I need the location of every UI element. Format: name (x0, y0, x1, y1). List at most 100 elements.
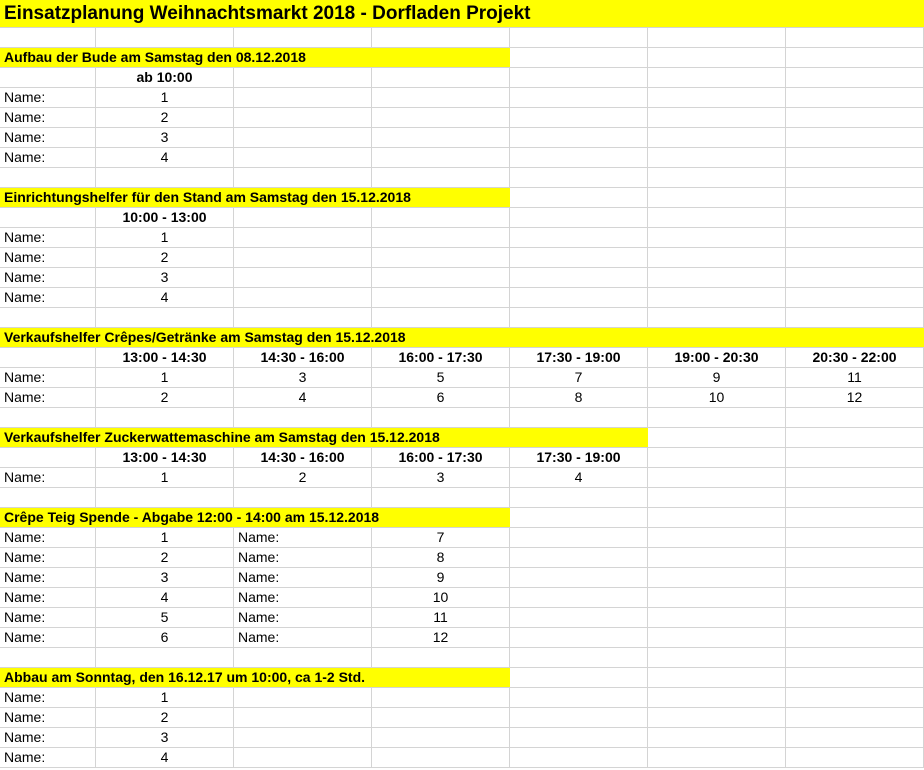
empty-cell[interactable] (510, 248, 648, 268)
slot-number[interactable]: 3 (234, 368, 372, 388)
empty-cell[interactable] (510, 168, 648, 188)
empty-cell[interactable] (786, 168, 924, 188)
name-label[interactable]: Name: (0, 228, 96, 248)
empty-cell[interactable] (234, 228, 372, 248)
empty-cell[interactable] (510, 648, 648, 668)
empty-cell[interactable] (786, 468, 924, 488)
empty-cell[interactable] (648, 408, 786, 428)
slot-number[interactable]: 1 (96, 368, 234, 388)
empty-cell[interactable] (648, 568, 786, 588)
empty-cell[interactable] (648, 608, 786, 628)
empty-cell[interactable] (234, 28, 372, 48)
slot-number[interactable]: 3 (96, 268, 234, 288)
empty-cell[interactable] (648, 488, 786, 508)
empty-cell[interactable] (510, 408, 648, 428)
empty-cell[interactable] (510, 748, 648, 768)
time-slot-header[interactable]: 10:00 - 13:00 (96, 208, 234, 228)
time-slot-header[interactable]: 14:30 - 16:00 (234, 348, 372, 368)
name-label[interactable]: Name: (0, 688, 96, 708)
slot-number[interactable]: 1 (96, 88, 234, 108)
empty-cell[interactable] (648, 248, 786, 268)
empty-cell[interactable] (510, 28, 648, 48)
empty-cell[interactable] (510, 308, 648, 328)
slot-number[interactable]: 3 (96, 128, 234, 148)
empty-cell[interactable] (372, 28, 510, 48)
slot-number[interactable]: 4 (510, 468, 648, 488)
empty-cell[interactable] (648, 428, 786, 448)
name-label[interactable]: Name: (0, 248, 96, 268)
empty-cell[interactable] (234, 408, 372, 428)
slot-number[interactable]: 3 (372, 468, 510, 488)
time-slot-header[interactable]: 16:00 - 17:30 (372, 348, 510, 368)
empty-cell[interactable] (510, 548, 648, 568)
empty-cell[interactable] (648, 208, 786, 228)
empty-cell[interactable] (786, 668, 924, 688)
empty-cell[interactable] (0, 68, 96, 88)
slot-number[interactable]: 4 (234, 388, 372, 408)
name-label[interactable]: Name: (234, 548, 372, 568)
empty-cell[interactable] (0, 488, 96, 508)
slot-number[interactable]: 12 (372, 628, 510, 648)
section-heading[interactable]: Abbau am Sonntag, den 16.12.17 um 10:00,… (0, 668, 510, 688)
empty-cell[interactable] (510, 228, 648, 248)
empty-cell[interactable] (786, 648, 924, 668)
empty-cell[interactable] (648, 588, 786, 608)
name-label[interactable]: Name: (234, 528, 372, 548)
empty-cell[interactable] (786, 748, 924, 768)
empty-cell[interactable] (234, 268, 372, 288)
empty-cell[interactable] (372, 648, 510, 668)
spreadsheet-grid[interactable]: Einsatzplanung Weihnachtsmarkt 2018 - Do… (0, 0, 924, 770)
empty-cell[interactable] (234, 108, 372, 128)
empty-cell[interactable] (510, 208, 648, 228)
empty-cell[interactable] (648, 128, 786, 148)
empty-cell[interactable] (648, 648, 786, 668)
time-slot-header[interactable]: 19:00 - 20:30 (648, 348, 786, 368)
empty-cell[interactable] (234, 208, 372, 228)
empty-cell[interactable] (0, 168, 96, 188)
empty-cell[interactable] (510, 688, 648, 708)
empty-cell[interactable] (510, 608, 648, 628)
empty-cell[interactable] (786, 268, 924, 288)
empty-cell[interactable] (648, 268, 786, 288)
empty-cell[interactable] (786, 428, 924, 448)
slot-number[interactable]: 11 (372, 608, 510, 628)
empty-cell[interactable] (786, 408, 924, 428)
empty-cell[interactable] (786, 88, 924, 108)
slot-number[interactable]: 1 (96, 228, 234, 248)
empty-cell[interactable] (786, 528, 924, 548)
empty-cell[interactable] (786, 248, 924, 268)
empty-cell[interactable] (234, 308, 372, 328)
slot-number[interactable]: 9 (372, 568, 510, 588)
empty-cell[interactable] (786, 548, 924, 568)
empty-cell[interactable] (510, 128, 648, 148)
slot-number[interactable]: 1 (96, 468, 234, 488)
name-label[interactable]: Name: (0, 568, 96, 588)
name-label[interactable]: Name: (0, 388, 96, 408)
empty-cell[interactable] (510, 148, 648, 168)
empty-cell[interactable] (0, 208, 96, 228)
empty-cell[interactable] (786, 128, 924, 148)
empty-cell[interactable] (234, 728, 372, 748)
empty-cell[interactable] (786, 68, 924, 88)
empty-cell[interactable] (96, 408, 234, 428)
empty-cell[interactable] (0, 308, 96, 328)
empty-cell[interactable] (234, 748, 372, 768)
empty-cell[interactable] (786, 608, 924, 628)
empty-cell[interactable] (786, 628, 924, 648)
empty-cell[interactable] (786, 728, 924, 748)
empty-cell[interactable] (372, 248, 510, 268)
empty-cell[interactable] (510, 588, 648, 608)
time-slot-header[interactable]: 20:30 - 22:00 (786, 348, 924, 368)
name-label[interactable]: Name: (234, 608, 372, 628)
empty-cell[interactable] (510, 88, 648, 108)
empty-cell[interactable] (372, 208, 510, 228)
empty-cell[interactable] (510, 628, 648, 648)
empty-cell[interactable] (96, 308, 234, 328)
empty-cell[interactable] (648, 548, 786, 568)
time-slot-header[interactable]: 13:00 - 14:30 (96, 448, 234, 468)
slot-number[interactable]: 4 (96, 148, 234, 168)
empty-cell[interactable] (372, 488, 510, 508)
empty-cell[interactable] (648, 448, 786, 468)
empty-cell[interactable] (0, 448, 96, 468)
slot-number[interactable]: 7 (510, 368, 648, 388)
